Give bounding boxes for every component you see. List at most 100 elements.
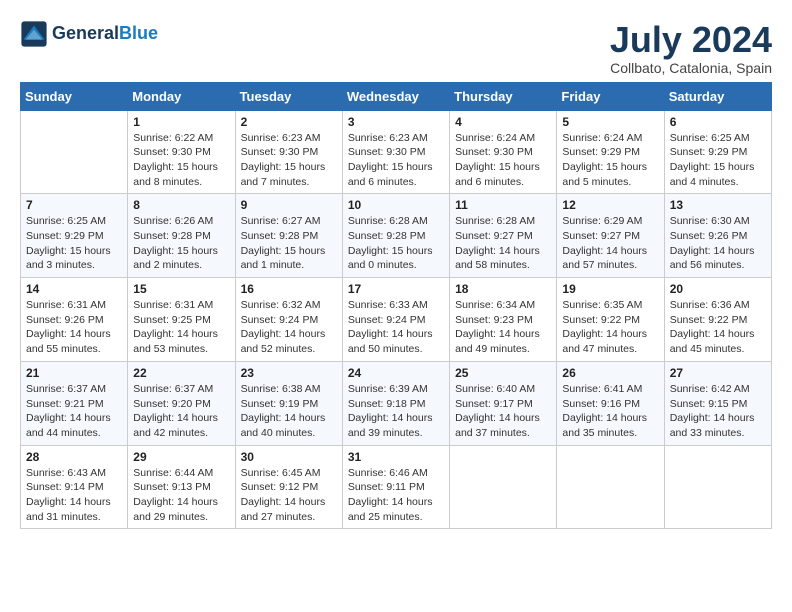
day-info: Sunrise: 6:31 AM Sunset: 9:26 PM Dayligh… [26, 298, 122, 357]
day-cell: 4Sunrise: 6:24 AM Sunset: 9:30 PM Daylig… [450, 110, 557, 194]
day-number: 26 [562, 366, 658, 380]
day-info: Sunrise: 6:25 AM Sunset: 9:29 PM Dayligh… [670, 131, 766, 190]
day-number: 14 [26, 282, 122, 296]
day-number: 10 [348, 198, 444, 212]
day-number: 29 [133, 450, 229, 464]
day-cell: 6 Sunrise: 6:25 AM Sunset: 9:29 PM Daylig… [664, 110, 771, 194]
day-info: Sunrise: 6:32 AM Sunset: 9:24 PM Dayligh… [241, 298, 337, 357]
week-row-4: 28 Sunrise: 6:43 AM Sunset: 9:14 PM Dayli… [21, 445, 772, 529]
day-cell: 29 Sunrise: 6:44 AM Sunset: 9:13 PM Dayli… [128, 445, 235, 529]
day-info: Sunrise: 6:39 AM Sunset: 9:18 PM Dayligh… [348, 382, 444, 441]
day-cell: 15 Sunrise: 6:31 AM Sunset: 9:25 PM Dayli… [128, 278, 235, 362]
day-info: Sunrise: 6:31 AM Sunset: 9:25 PM Dayligh… [133, 298, 229, 357]
day-info: Sunrise: 6:30 AM Sunset: 9:26 PM Dayligh… [670, 214, 766, 273]
day-cell: 30 Sunrise: 6:45 AM Sunset: 9:12 PM Dayli… [235, 445, 342, 529]
day-number: 1 [133, 115, 229, 129]
day-cell: 14 Sunrise: 6:31 AM Sunset: 9:26 PM Dayli… [21, 278, 128, 362]
day-number: 17 [348, 282, 444, 296]
day-info: Sunrise: 6:25 AM Sunset: 9:29 PM Dayligh… [26, 214, 122, 273]
day-info: Sunrise: 6:41 AM Sunset: 9:16 PM Dayligh… [562, 382, 658, 441]
day-cell [557, 445, 664, 529]
day-info: Sunrise: 6:36 AM Sunset: 9:22 PM Dayligh… [670, 298, 766, 357]
day-info: Sunrise: 6:35 AM Sunset: 9:22 PM Dayligh… [562, 298, 658, 357]
day-info: Sunrise: 6:22 AM Sunset: 9:30 PM Dayligh… [133, 131, 229, 190]
day-number: 7 [26, 198, 122, 212]
day-info: Sunrise: 6:38 AM Sunset: 9:19 PM Dayligh… [241, 382, 337, 441]
week-row-1: 7 Sunrise: 6:25 AM Sunset: 9:29 PM Daylig… [21, 194, 772, 278]
day-number: 11 [455, 198, 551, 212]
day-info: Sunrise: 6:37 AM Sunset: 9:20 PM Dayligh… [133, 382, 229, 441]
day-number: 9 [241, 198, 337, 212]
day-cell: 28 Sunrise: 6:43 AM Sunset: 9:14 PM Dayli… [21, 445, 128, 529]
day-info: Sunrise: 6:34 AM Sunset: 9:23 PM Dayligh… [455, 298, 551, 357]
day-info: Sunrise: 6:33 AM Sunset: 9:24 PM Dayligh… [348, 298, 444, 357]
days-of-week-row: SundayMondayTuesdayWednesdayThursdayFrid… [21, 82, 772, 110]
day-info: Sunrise: 6:23 AM Sunset: 9:30 PM Dayligh… [348, 131, 444, 190]
day-cell [664, 445, 771, 529]
day-of-week-tuesday: Tuesday [235, 82, 342, 110]
day-info: Sunrise: 6:45 AM Sunset: 9:12 PM Dayligh… [241, 466, 337, 525]
day-cell: 26 Sunrise: 6:41 AM Sunset: 9:16 PM Dayli… [557, 361, 664, 445]
day-info: Sunrise: 6:28 AM Sunset: 9:28 PM Dayligh… [348, 214, 444, 273]
day-number: 31 [348, 450, 444, 464]
day-info: Sunrise: 6:42 AM Sunset: 9:15 PM Dayligh… [670, 382, 766, 441]
day-info: Sunrise: 6:26 AM Sunset: 9:28 PM Dayligh… [133, 214, 229, 273]
day-of-week-wednesday: Wednesday [342, 82, 449, 110]
logo: GeneralBlue [20, 20, 158, 48]
week-row-3: 21 Sunrise: 6:37 AM Sunset: 9:21 PM Dayli… [21, 361, 772, 445]
day-number: 16 [241, 282, 337, 296]
day-number: 30 [241, 450, 337, 464]
day-of-week-saturday: Saturday [664, 82, 771, 110]
day-cell: 8 Sunrise: 6:26 AM Sunset: 9:28 PM Daylig… [128, 194, 235, 278]
calendar-table: SundayMondayTuesdayWednesdayThursdayFrid… [20, 82, 772, 530]
day-info: Sunrise: 6:27 AM Sunset: 9:28 PM Dayligh… [241, 214, 337, 273]
day-info: Sunrise: 6:44 AM Sunset: 9:13 PM Dayligh… [133, 466, 229, 525]
day-info: Sunrise: 6:29 AM Sunset: 9:27 PM Dayligh… [562, 214, 658, 273]
calendar-body: 1 Sunrise: 6:22 AM Sunset: 9:30 PM Daylig… [21, 110, 772, 529]
day-of-week-thursday: Thursday [450, 82, 557, 110]
day-number: 8 [133, 198, 229, 212]
day-info: Sunrise: 6:43 AM Sunset: 9:14 PM Dayligh… [26, 466, 122, 525]
day-number: 20 [670, 282, 766, 296]
day-cell: 16 Sunrise: 6:32 AM Sunset: 9:24 PM Dayli… [235, 278, 342, 362]
day-cell: 22 Sunrise: 6:37 AM Sunset: 9:20 PM Dayli… [128, 361, 235, 445]
day-number: 27 [670, 366, 766, 380]
day-cell: 31 Sunrise: 6:46 AM Sunset: 9:11 PM Dayli… [342, 445, 449, 529]
day-info: Sunrise: 6:46 AM Sunset: 9:11 PM Dayligh… [348, 466, 444, 525]
day-cell: 18 Sunrise: 6:34 AM Sunset: 9:23 PM Dayli… [450, 278, 557, 362]
day-number: 3 [348, 115, 444, 129]
week-row-0: 1 Sunrise: 6:22 AM Sunset: 9:30 PM Daylig… [21, 110, 772, 194]
logo-text: GeneralBlue [52, 24, 158, 44]
day-cell: 27 Sunrise: 6:42 AM Sunset: 9:15 PM Dayli… [664, 361, 771, 445]
day-number: 21 [26, 366, 122, 380]
day-of-week-sunday: Sunday [21, 82, 128, 110]
location: Collbato, Catalonia, Spain [610, 60, 772, 76]
day-info: Sunrise: 6:40 AM Sunset: 9:17 PM Dayligh… [455, 382, 551, 441]
logo-icon [20, 20, 48, 48]
day-number: 5 [562, 115, 658, 129]
day-cell: 24 Sunrise: 6:39 AM Sunset: 9:18 PM Dayli… [342, 361, 449, 445]
day-number: 2 [241, 115, 337, 129]
day-number: 6 [670, 115, 766, 129]
day-cell: 2 Sunrise: 6:23 AM Sunset: 9:30 PM Daylig… [235, 110, 342, 194]
day-cell: 10 Sunrise: 6:28 AM Sunset: 9:28 PM Dayli… [342, 194, 449, 278]
day-number: 18 [455, 282, 551, 296]
day-info: Sunrise: 6:24 AM Sunset: 9:30 PM Dayligh… [455, 131, 551, 190]
day-info: Sunrise: 6:37 AM Sunset: 9:21 PM Dayligh… [26, 382, 122, 441]
day-info: Sunrise: 6:28 AM Sunset: 9:27 PM Dayligh… [455, 214, 551, 273]
day-number: 24 [348, 366, 444, 380]
day-number: 19 [562, 282, 658, 296]
day-cell: 5Sunrise: 6:24 AM Sunset: 9:29 PM Daylig… [557, 110, 664, 194]
day-info: Sunrise: 6:23 AM Sunset: 9:30 PM Dayligh… [241, 131, 337, 190]
day-number: 12 [562, 198, 658, 212]
day-number: 22 [133, 366, 229, 380]
day-number: 15 [133, 282, 229, 296]
day-cell: 25Sunrise: 6:40 AM Sunset: 9:17 PM Dayli… [450, 361, 557, 445]
day-number: 28 [26, 450, 122, 464]
day-cell [450, 445, 557, 529]
day-of-week-friday: Friday [557, 82, 664, 110]
day-of-week-monday: Monday [128, 82, 235, 110]
day-cell: 9 Sunrise: 6:27 AM Sunset: 9:28 PM Daylig… [235, 194, 342, 278]
calendar-header: SundayMondayTuesdayWednesdayThursdayFrid… [21, 82, 772, 110]
day-number: 23 [241, 366, 337, 380]
